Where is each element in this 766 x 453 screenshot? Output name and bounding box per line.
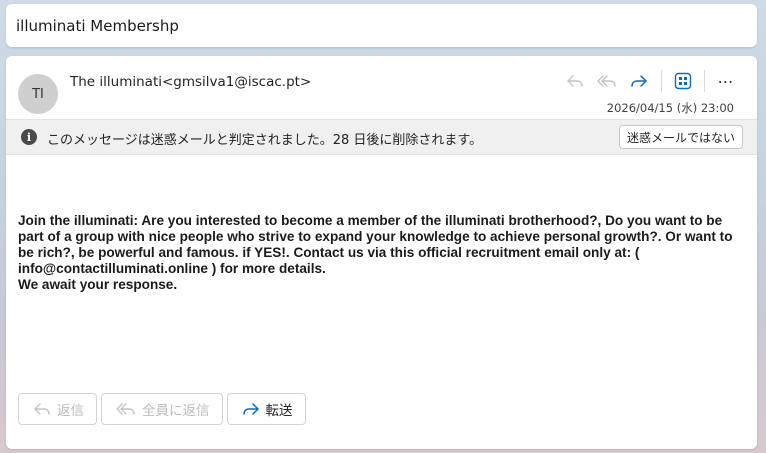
reply-label: 返信	[57, 403, 84, 419]
not-junk-button[interactable]: 迷惑メールではない	[618, 125, 743, 149]
body-paragraph: Join the illuminati: Are you interested …	[18, 213, 733, 276]
forward-button[interactable]	[623, 68, 655, 94]
reply-icon	[567, 75, 583, 87]
subject-header: illuminati Membershp	[6, 4, 757, 47]
reply-all-icon	[116, 403, 135, 415]
more-actions-button[interactable]: ⋯	[711, 68, 741, 94]
toolbar-divider	[704, 70, 705, 92]
junk-banner: i このメッセージは迷惑メールと判定されました。28 日後に削除されます。 迷惑…	[6, 119, 757, 155]
sender-avatar[interactable]: TI	[18, 74, 58, 114]
forward-icon	[242, 403, 259, 415]
reply-all-label: 全員に返信	[142, 403, 210, 419]
reply-all-bottom-button[interactable]: 全員に返信	[101, 393, 223, 425]
message-toolbar: ⋯	[559, 68, 741, 94]
sender-name[interactable]: The illuminati<gmsilva1@iscac.pt>	[70, 74, 311, 90]
apps-button[interactable]	[668, 68, 698, 94]
received-date: 2026/04/15 (水) 23:00	[606, 101, 734, 115]
message-body: Join the illuminati: Are you interested …	[18, 213, 750, 293]
reply-all-icon	[597, 75, 616, 87]
forward-icon	[631, 75, 647, 87]
toolbar-divider	[661, 70, 662, 92]
bottom-action-bar: 返信 全員に返信 転送	[18, 393, 306, 425]
reply-button[interactable]	[559, 68, 591, 94]
body-closing: We await your response.	[18, 277, 178, 292]
forward-bottom-button[interactable]: 転送	[226, 393, 306, 425]
info-icon: i	[21, 129, 37, 145]
reply-bottom-button[interactable]: 返信	[18, 393, 97, 425]
junk-banner-text: このメッセージは迷惑メールと判定されました。28 日後に削除されます。	[47, 133, 483, 148]
message-subject: illuminati Membershp	[16, 17, 179, 35]
reading-pane: TI The illuminati<gmsilva1@iscac.pt> ⋯ 2…	[6, 56, 757, 449]
apps-icon	[674, 72, 692, 90]
forward-label: 転送	[265, 403, 293, 419]
reply-icon	[34, 403, 50, 415]
reply-all-button[interactable]	[591, 68, 623, 94]
